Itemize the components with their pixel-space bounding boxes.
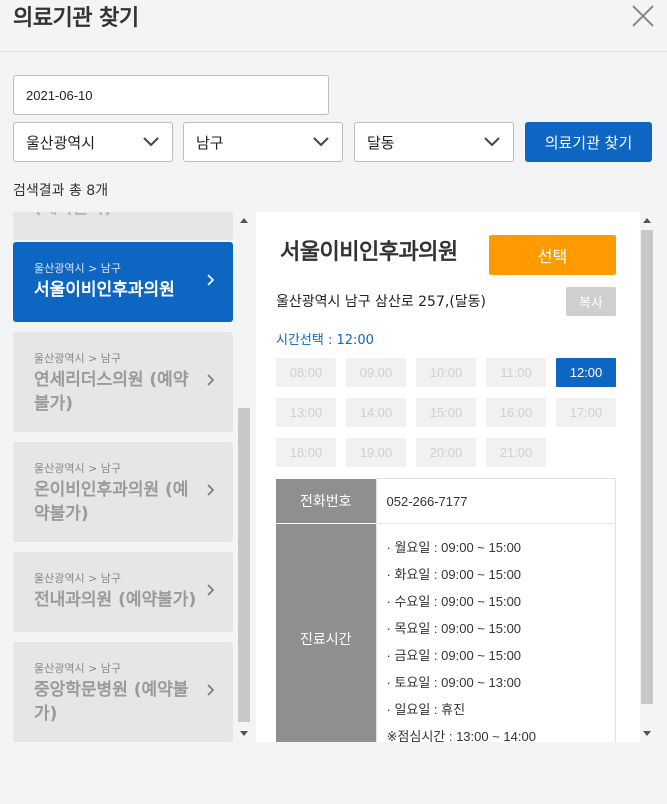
time-slot[interactable]: 08:00 bbox=[276, 358, 336, 387]
detail-scrollbar[interactable] bbox=[640, 212, 654, 742]
time-slot[interactable]: 13:00 bbox=[276, 398, 336, 427]
date-input[interactable] bbox=[13, 75, 329, 115]
district-select[interactable]: 남구 bbox=[183, 122, 343, 162]
list-item[interactable]: 울산광역시 > 남구 온이비인후과의원 (예약불가) bbox=[13, 442, 233, 542]
time-slot[interactable]: 09:00 bbox=[346, 358, 406, 387]
list-scrollbar-thumb[interactable] bbox=[238, 408, 250, 722]
select-button[interactable]: 선택 bbox=[489, 235, 616, 275]
list-scrollbar[interactable] bbox=[237, 212, 251, 742]
hours-line: · 월요일 : 09:00 ~ 15:00 bbox=[386, 540, 522, 555]
time-slot[interactable]: 17:00 bbox=[556, 398, 616, 427]
list-item-region: 울산광역시 > 남구 bbox=[34, 262, 122, 275]
hours-line: · 화요일 : 09:00 ~ 15:00 bbox=[386, 567, 522, 582]
time-slot[interactable]: 18:00 bbox=[276, 438, 336, 467]
detail-panel: 서울이비인후과의원 선택 울산광역시 남구 삼산로 257,(달동) 복사 시간… bbox=[256, 212, 640, 742]
scroll-up-icon[interactable] bbox=[643, 218, 651, 223]
phone-row: 전화번호 052-266-7177 bbox=[276, 478, 616, 524]
list-item-name: 중앙학문병원 (예약불가) bbox=[34, 680, 189, 724]
dong-select[interactable]: 달동 bbox=[354, 122, 514, 162]
list-item-name: 연세리더스의원 (예약불가) bbox=[34, 370, 189, 414]
hours-line: · 금요일 : 09:00 ~ 15:00 bbox=[386, 648, 522, 663]
phone-value: 052-266-7177 bbox=[375, 478, 616, 524]
hospital-name: 서울이비인후과의원 bbox=[280, 240, 458, 265]
selected-time-label: 시간선택 : 12:00 bbox=[276, 333, 374, 348]
list-item-selected[interactable]: 울산광역시 > 남구 서울이비인후과의원 bbox=[13, 242, 233, 322]
list-item-region: 울산광역시 > 남구 bbox=[34, 352, 122, 365]
scroll-up-icon[interactable] bbox=[240, 218, 248, 223]
chevron-right-icon bbox=[207, 684, 215, 696]
list-item-name-partial: (예약불가) bbox=[34, 212, 204, 220]
time-slot[interactable]: 15:00 bbox=[416, 398, 476, 427]
list-item[interactable]: 울산광역시 > 남구 연세리더스의원 (예약불가) bbox=[13, 332, 233, 432]
time-slot[interactable]: 14:00 bbox=[346, 398, 406, 427]
hours-row: 진료시간 · 월요일 : 09:00 ~ 15:00 · 화요일 : 09:00… bbox=[276, 523, 616, 742]
scroll-down-icon[interactable] bbox=[643, 731, 651, 736]
chevron-right-icon bbox=[207, 374, 215, 386]
header-bar: 의료기관 찾기 bbox=[0, 0, 667, 52]
hours-line: ※점심시간 : 13:00 ~ 14:00 bbox=[386, 729, 536, 742]
list-item-region: 울산광역시 > 남구 bbox=[34, 662, 122, 675]
list-item-name: 온이비인후과의원 (예약불가) bbox=[34, 480, 189, 524]
chevron-down-icon bbox=[143, 137, 159, 147]
detail-scrollbar-thumb[interactable] bbox=[641, 230, 653, 704]
list-item-name: 전내과의원 (예약불가) bbox=[34, 590, 197, 610]
list-item-region: 울산광역시 > 남구 bbox=[34, 462, 122, 475]
time-slot[interactable]: 11:00 bbox=[486, 358, 546, 387]
scroll-down-icon[interactable] bbox=[240, 731, 248, 736]
city-select[interactable]: 울산광역시 bbox=[13, 122, 173, 162]
dong-select-value: 달동 bbox=[367, 133, 395, 152]
list-item[interactable]: 울산광역시 > 남구 중앙학문병원 (예약불가) bbox=[13, 642, 233, 742]
copy-button[interactable]: 복사 bbox=[566, 287, 616, 316]
phone-label: 전화번호 bbox=[276, 478, 376, 524]
list-item[interactable]: 울산광역시 > 남구 전내과의원 (예약불가) bbox=[13, 552, 233, 632]
list-item-region: 울산광역시 > 남구 bbox=[34, 572, 122, 585]
time-slot[interactable]: 16:00 bbox=[486, 398, 546, 427]
list-item-name: 서울이비인후과의원 bbox=[34, 280, 175, 300]
hours-line: · 토요일 : 09:00 ~ 13:00 bbox=[386, 675, 522, 690]
result-count: 검색결과 총 8개 bbox=[13, 183, 109, 199]
time-slot[interactable]: 20:00 bbox=[416, 438, 476, 467]
time-slot[interactable]: 10:00 bbox=[416, 358, 476, 387]
time-slot[interactable]: 19:00 bbox=[346, 438, 406, 467]
hours-line: · 수요일 : 09:00 ~ 15:00 bbox=[386, 594, 522, 609]
chevron-right-icon bbox=[207, 484, 215, 496]
result-list: (예약불가) 울산광역시 > 남구 서울이비인후과의원 울산광역시 > 남구 연… bbox=[0, 212, 252, 742]
hours-value: · 월요일 : 09:00 ~ 15:00 · 화요일 : 09:00 ~ 15… bbox=[375, 523, 616, 742]
hospital-address: 울산광역시 남구 삼산로 257,(달동) bbox=[276, 294, 487, 310]
chevron-right-icon bbox=[207, 274, 215, 286]
hours-label: 진료시간 bbox=[276, 523, 376, 742]
hours-line: · 목요일 : 09:00 ~ 15:00 bbox=[386, 621, 522, 636]
city-select-value: 울산광역시 bbox=[26, 133, 96, 152]
hospital-info-table: 전화번호 052-266-7177 진료시간 · 월요일 : 09:00 ~ 1… bbox=[276, 478, 616, 742]
time-slot[interactable]: 21:00 bbox=[486, 438, 546, 467]
list-item[interactable]: (예약불가) bbox=[13, 212, 233, 240]
hours-line: · 일요일 : 휴진 bbox=[386, 702, 466, 717]
district-select-value: 남구 bbox=[196, 133, 224, 152]
time-slot-selected[interactable]: 12:00 bbox=[556, 358, 616, 387]
chevron-down-icon bbox=[484, 137, 500, 147]
find-hospital-button[interactable]: 의료기관 찾기 bbox=[525, 122, 652, 162]
chevron-right-icon bbox=[207, 584, 215, 596]
close-icon[interactable] bbox=[629, 2, 657, 30]
chevron-down-icon bbox=[313, 137, 329, 147]
page-title: 의료기관 찾기 bbox=[13, 6, 139, 31]
